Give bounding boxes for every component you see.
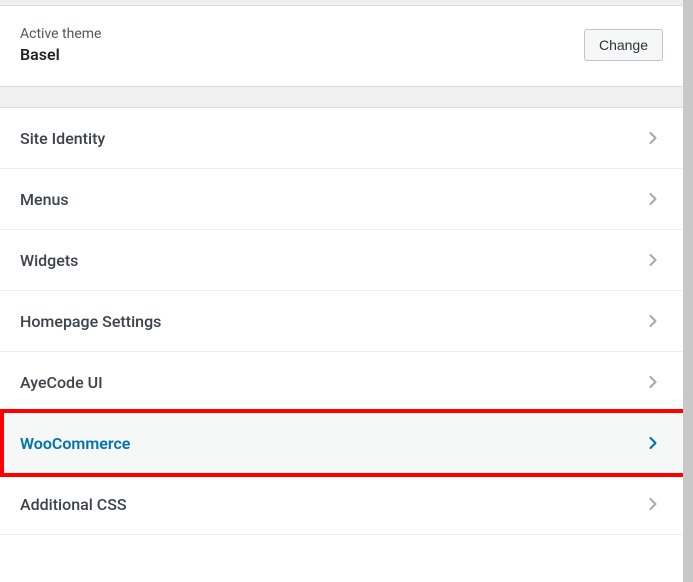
scrollbar[interactable] [683,0,693,582]
section-gap [0,87,683,107]
menu-item-label: AyeCode UI [20,373,103,392]
menu-item-label: Site Identity [20,129,105,148]
menu-item-label: Additional CSS [20,495,127,514]
chevron-right-icon [643,433,663,453]
active-theme-label: Active theme [20,26,101,42]
menu-item-label: Widgets [20,251,78,270]
menu-item-label: WooCommerce [20,434,130,453]
menu-item-widgets[interactable]: Widgets [0,230,683,291]
menu-item-label: Menus [20,190,69,209]
menu-item-additional-css[interactable]: Additional CSS [0,474,683,535]
menu-item-menus[interactable]: Menus [0,169,683,230]
menu-item-ayecode-ui[interactable]: AyeCode UI [0,352,683,413]
menu-item-woocommerce[interactable]: WooCommerce [0,413,683,474]
customizer-menu-list: Site Identity Menus Widgets Homepage Settin… [0,107,683,535]
chevron-right-icon [643,128,663,148]
menu-item-label: Homepage Settings [20,312,161,331]
theme-info: Active theme Basel [20,26,101,64]
theme-header: Active theme Basel Change [0,6,683,87]
change-theme-button[interactable]: Change [584,29,663,61]
chevron-right-icon [643,189,663,209]
menu-item-homepage-settings[interactable]: Homepage Settings [0,291,683,352]
customizer-panel: Active theme Basel Change Site Identity M… [0,0,683,582]
chevron-right-icon [643,311,663,331]
menu-item-site-identity[interactable]: Site Identity [0,108,683,169]
chevron-right-icon [643,250,663,270]
chevron-right-icon [643,494,663,514]
chevron-right-icon [643,372,663,392]
active-theme-name: Basel [20,45,101,64]
